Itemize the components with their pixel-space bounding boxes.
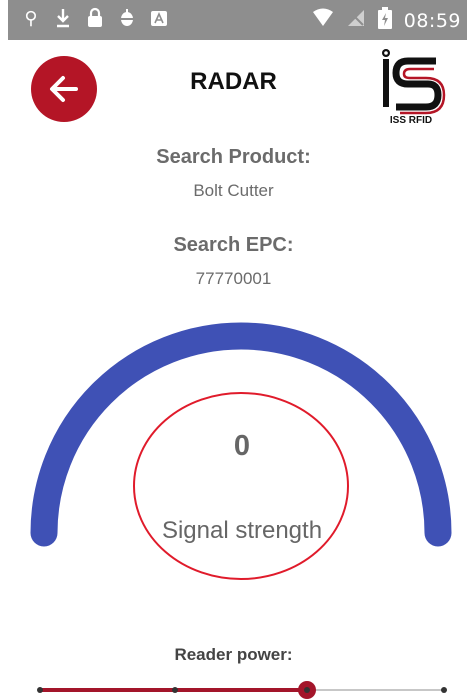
slider-tick xyxy=(441,687,447,693)
slider-tick xyxy=(171,687,178,693)
slider-tick xyxy=(37,687,43,693)
search-epc-label: Search EPC: xyxy=(173,234,294,256)
android-debug-icon xyxy=(118,7,136,29)
signal-strength-label: Signal strength xyxy=(161,517,323,544)
iss-rfid-logo: ISS RFID xyxy=(382,49,446,125)
search-product-value: Bolt Cutter xyxy=(193,181,274,200)
keyboard-icon xyxy=(150,7,168,29)
reader-power-label: Reader power: xyxy=(174,645,293,664)
lock-icon xyxy=(86,7,104,29)
reader-power-slider[interactable] xyxy=(37,680,447,700)
wifi-icon xyxy=(312,8,334,33)
status-bar-left-icons: ⚲ xyxy=(22,7,168,29)
search-product-label: Search Product: xyxy=(156,146,311,168)
slider-thumb[interactable] xyxy=(297,681,316,699)
battery-charging-icon xyxy=(377,7,392,34)
status-bar: ⚲ 08:59 xyxy=(8,0,467,40)
search-epc-value: 77770001 xyxy=(195,269,272,288)
usb-icon: ⚲ xyxy=(24,8,38,28)
signal-strength-value: 0 xyxy=(233,430,251,462)
no-signal-icon xyxy=(346,8,366,33)
signal-circle xyxy=(133,392,349,580)
clock: 08:59 xyxy=(403,9,461,32)
status-bar-right-icons: 08:59 xyxy=(312,7,461,34)
download-icon xyxy=(54,7,72,29)
logo-text: ISS RFID xyxy=(390,115,432,125)
